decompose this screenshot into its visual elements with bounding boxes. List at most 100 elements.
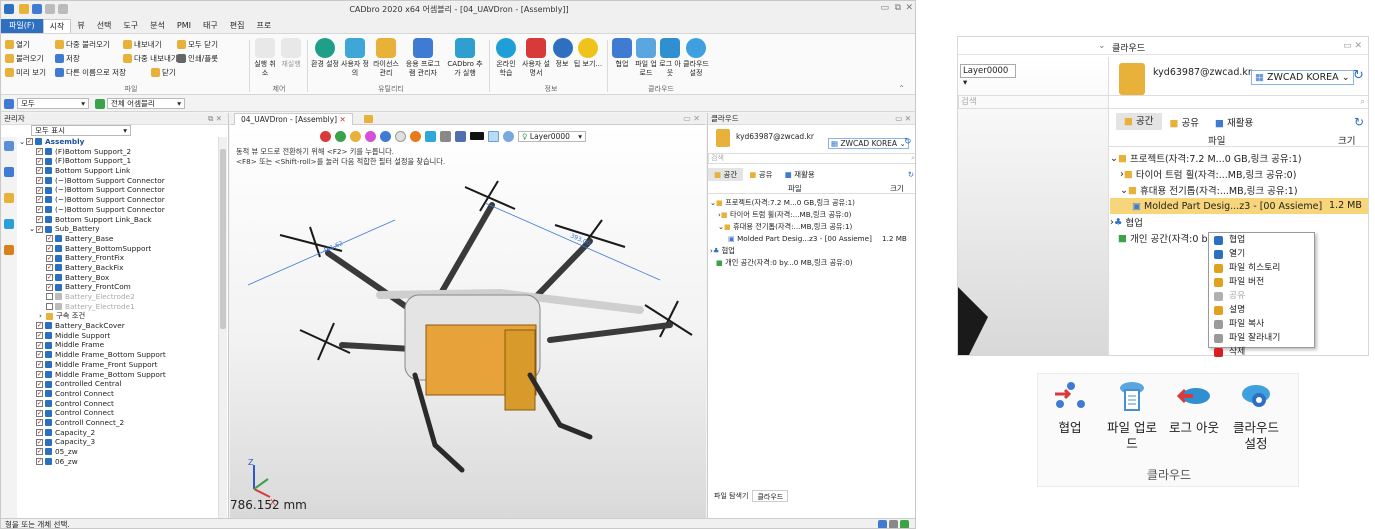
tree-item[interactable]: ✓ Battery_BackCover: [19, 321, 219, 331]
tree-item[interactable]: ✓ Middle Frame_Bottom Support: [19, 370, 219, 380]
list-item[interactable]: ■ 개인 공간(자격:0 by...0 MB,링크 공유:0): [710, 257, 915, 269]
list-item[interactable]: ›♣ 협업: [710, 245, 915, 257]
customize-button[interactable]: 사용자 정의: [341, 38, 369, 78]
context-menu-item[interactable]: 공유: [1209, 289, 1314, 303]
multi-export-button[interactable]: 다중 내보내기: [123, 52, 178, 64]
expand-icon[interactable]: ⌄: [29, 224, 36, 234]
cloud-settings-button[interactable]: 클라우드 설정: [1226, 380, 1286, 452]
list-item[interactable]: ▣ Molded Part Desig...z3 - [00 Assieme] 1…: [710, 233, 915, 245]
visibility-checkbox[interactable]: ✓: [46, 244, 53, 252]
collaborate-button[interactable]: 협업: [1040, 380, 1100, 436]
layer-dropdown[interactable]: Layer0000 ▾: [960, 64, 1016, 88]
viewport-window-icon[interactable]: ▭ ✕: [683, 114, 700, 123]
snap-icon[interactable]: [889, 520, 898, 528]
multi-open-button[interactable]: 다중 불러오기: [55, 38, 110, 50]
list-item[interactable]: ⌄■ 프로젝트(자격:7.2 M...0 GB,링크 공유:1): [1110, 150, 1368, 166]
tree-item[interactable]: ✓ Control Connect: [19, 408, 219, 418]
app-manager-button[interactable]: 응용 프로그램 관리자: [403, 38, 443, 78]
visibility-checkbox[interactable]: ✓: [46, 254, 53, 262]
undo-button[interactable]: 실행 취소: [253, 38, 277, 78]
tab-recycle[interactable]: ■ 재활용: [779, 169, 821, 180]
list-item[interactable]: ›♣ 협업: [1110, 214, 1368, 230]
license-button[interactable]: 라이선스 관리: [371, 38, 401, 78]
tree-item[interactable]: ✓ (~)Bottom Support Connector: [19, 185, 219, 195]
tree-item[interactable]: ✓ Capacity_2: [19, 428, 219, 438]
tree-item[interactable]: ✓ (~)Bottom Support Connector: [19, 176, 219, 186]
cadbro-addon-button[interactable]: CADbro 추가 실행: [447, 38, 483, 78]
tree-item[interactable]: ⌄ ✓ Assembly: [19, 137, 219, 147]
visibility-checkbox[interactable]: ✓: [36, 332, 43, 340]
user-manual-button[interactable]: 사용자 설명서: [521, 38, 551, 78]
context-menu-item[interactable]: 파일 잘라내기: [1209, 331, 1314, 345]
visibility-checkbox[interactable]: ✓: [36, 448, 43, 456]
tab-file-explorer[interactable]: 파일 탐색기: [710, 490, 752, 502]
drone-model[interactable]: 461.62 393.00 Z X: [230, 125, 706, 518]
tree-item[interactable]: ✓ Middle Frame_Bottom Support: [19, 350, 219, 360]
tree-item[interactable]: ✓ (~)Bottom Support Connector: [19, 205, 219, 215]
tree-item[interactable]: ✓ Bottom Support Link_Back: [19, 215, 219, 225]
grid-icon[interactable]: [878, 520, 887, 528]
tree-item[interactable]: ✓ Controlled Central: [19, 379, 219, 389]
tree-item[interactable]: ✓ Battery_BackFix: [19, 263, 219, 273]
org-selector[interactable]: ▦ ZWCAD KOREA ⌄: [1251, 70, 1354, 85]
tree-item[interactable]: ✓ (~)Bottom Support Connector: [19, 195, 219, 205]
visibility-checkbox[interactable]: ✓: [26, 138, 33, 146]
model-view[interactable]: ♀ Layer0000 ▾ 동적 뷰 모드로 전환하기 위해 <F2> 키를 누…: [230, 125, 706, 518]
menu-tools[interactable]: 도구: [117, 19, 144, 33]
visibility-checkbox[interactable]: ✓: [36, 351, 43, 359]
menu-file[interactable]: 파일(F): [1, 19, 43, 33]
menu-view[interactable]: 뷰: [71, 19, 90, 33]
tree-item[interactable]: ✓ Battery_FrontCom: [19, 282, 219, 292]
visibility-checkbox[interactable]: ✓: [46, 264, 53, 272]
list-item[interactable]: ⌄■ 휴대용 전기톱(자격:...MB,링크 공유:1): [710, 221, 915, 233]
tree-item[interactable]: ✓ Middle Support: [19, 331, 219, 341]
visibility-checkbox[interactable]: ✓: [36, 148, 43, 156]
list-item-selected[interactable]: ▣ Molded Part Desig...z3 - [00 Assieme] 1…: [1110, 198, 1368, 214]
tree-item[interactable]: ✓ 06_zw: [19, 457, 219, 467]
open-button[interactable]: 열기: [5, 38, 30, 50]
tree-item[interactable]: ✓ Control Connect: [19, 389, 219, 399]
visibility-checkbox[interactable]: ✓: [36, 206, 43, 214]
context-menu-item[interactable]: 협업: [1209, 233, 1314, 247]
tree-item[interactable]: Battery_Electrode1: [19, 302, 219, 312]
tips-button[interactable]: 팁 보기...: [573, 38, 603, 69]
refresh-icon[interactable]: ↻: [1353, 68, 1364, 83]
tree-item[interactable]: ✓ Controll Connect_2: [19, 418, 219, 428]
close-button[interactable]: 닫기: [151, 66, 176, 78]
tree-scrollbar[interactable]: [218, 137, 227, 518]
close-all-button[interactable]: 모두 닫기: [177, 38, 218, 50]
scrollbar-thumb[interactable]: [220, 149, 226, 329]
tree-item[interactable]: ✓ Battery_FrontFix: [19, 253, 219, 263]
refresh-icon[interactable]: ↻: [904, 137, 912, 147]
tree-item[interactable]: ✓ Battery_BottomSupport: [19, 244, 219, 254]
menu-select[interactable]: 선택: [91, 19, 118, 33]
list-item[interactable]: ⌄■ 프로젝트(자격:7.2 M...0 GB,링크 공유:1): [710, 197, 915, 209]
visibility-checkbox[interactable]: ✓: [36, 322, 43, 330]
preferences-button[interactable]: 환경 설정: [311, 38, 339, 69]
panel-window-icon[interactable]: ▭ ✕: [1343, 41, 1362, 51]
minimize-icon[interactable]: ▭: [880, 3, 889, 13]
search-input[interactable]: 검색 ⌕: [958, 95, 1368, 109]
visibility-checkbox[interactable]: ✓: [36, 428, 43, 436]
online-learning-button[interactable]: 온라인 학습: [493, 38, 519, 78]
org-selector[interactable]: ▦ ZWCAD KOREA ⌄: [828, 138, 909, 149]
close-icon[interactable]: ✕: [339, 115, 345, 124]
list-item[interactable]: ›■ 타이어 트럼 휠(자격:...MB,링크 공유:0): [1110, 166, 1368, 182]
scope-dropdown[interactable]: 전체 어셈블리 ▾: [107, 98, 185, 109]
visibility-checkbox[interactable]: ✓: [36, 177, 43, 185]
tree-item[interactable]: ⌄ ✓ Sub_Battery: [19, 224, 219, 234]
visibility-checkbox[interactable]: ✓: [36, 167, 43, 175]
tree-item[interactable]: ✓ Middle Frame_Front Support: [19, 360, 219, 370]
menu-pro[interactable]: 프로: [250, 19, 277, 33]
refresh-icon[interactable]: ↻: [1354, 115, 1368, 129]
visibility-checkbox[interactable]: ✓: [36, 458, 43, 466]
list-item[interactable]: ⌄■ 휴대용 전기톱(자격:...MB,링크 공유:1): [1110, 182, 1368, 198]
tree-item[interactable]: ✓ Capacity_3: [19, 437, 219, 447]
context-menu-item[interactable]: 열기: [1209, 247, 1314, 261]
show-filter-dropdown[interactable]: 모두 표시 ▾: [31, 125, 131, 136]
visibility-checkbox[interactable]: [46, 293, 53, 301]
export-button[interactable]: 내보내기: [123, 38, 162, 50]
tab-shared[interactable]: ■ 공유: [743, 169, 778, 180]
file-upload-button[interactable]: 파일 업로드: [1102, 380, 1162, 452]
settings-icon[interactable]: [900, 520, 909, 528]
